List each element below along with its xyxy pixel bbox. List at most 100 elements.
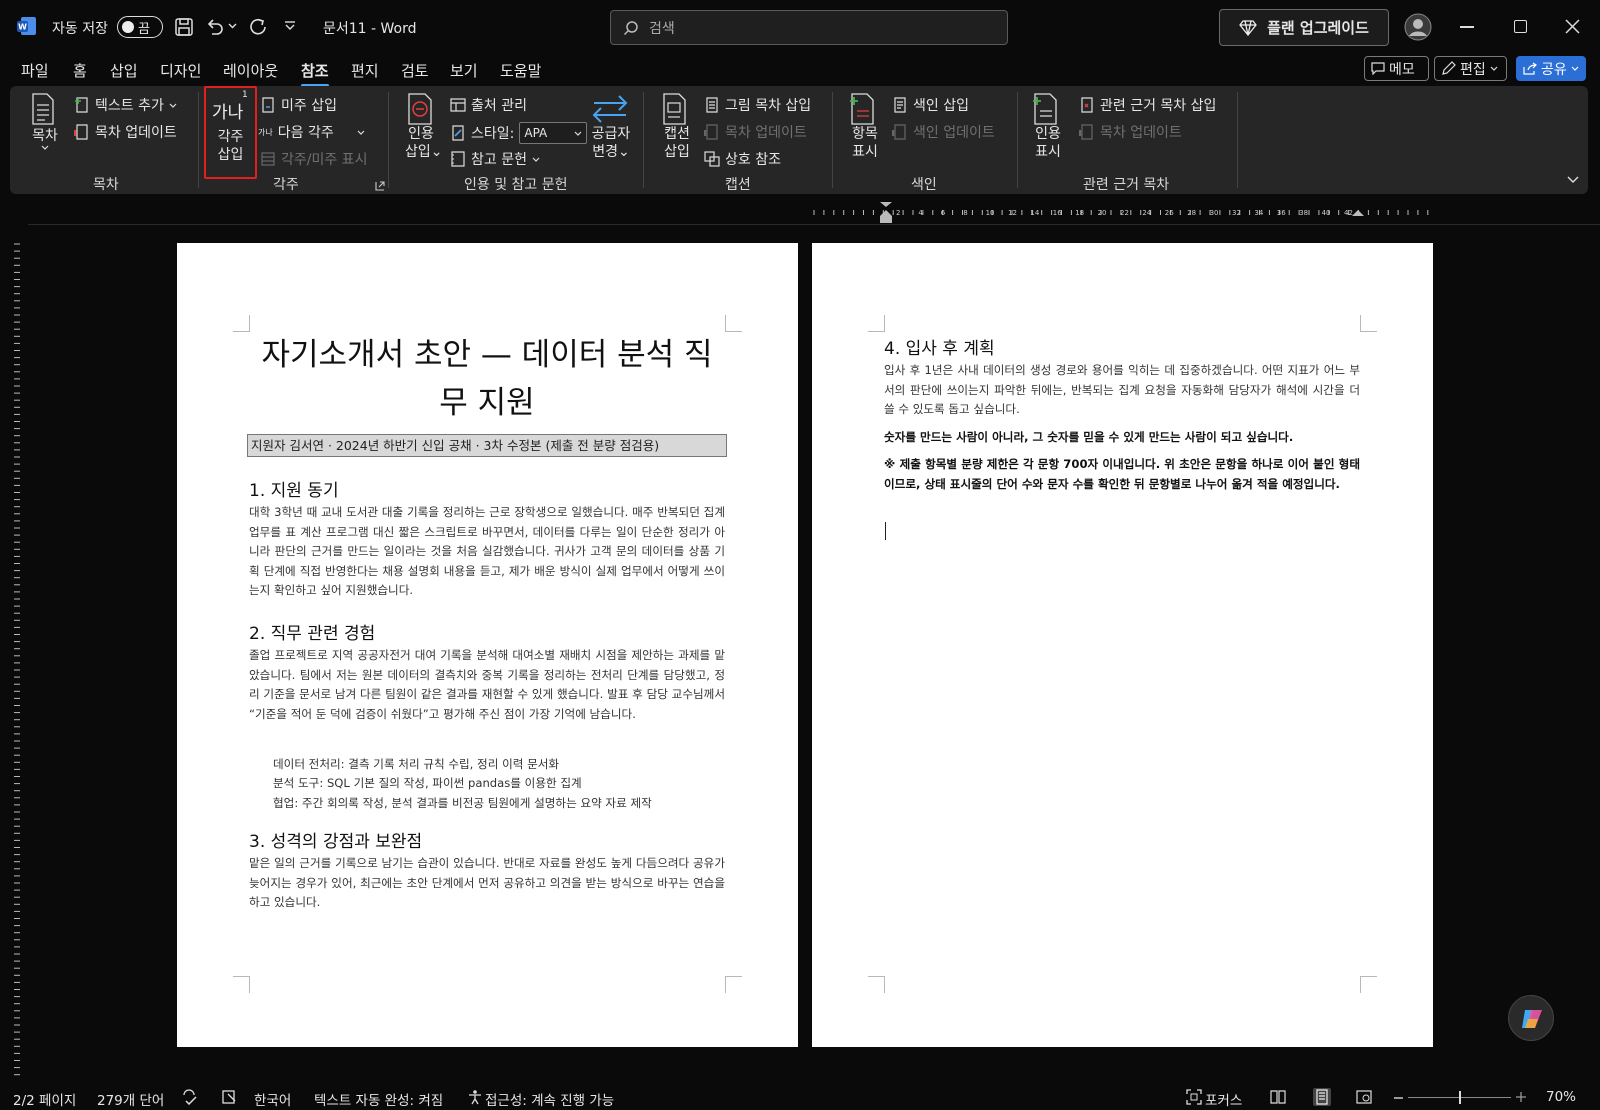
insert-caption-button[interactable]: 캡션 삽입 <box>661 93 693 161</box>
ruler-number: 40 <box>1322 209 1331 217</box>
insert-endnote-button[interactable]: 미주 삽입 <box>260 95 337 115</box>
document-page-1[interactable]: 자기소개서 초안 — 데이터 분석 직 무 지원 지원자 김서연 · 2024년… <box>177 243 798 1047</box>
chevron-down-icon <box>1571 66 1579 71</box>
vertical-ruler[interactable] <box>8 240 26 1080</box>
document-page-2[interactable]: 4. 입사 후 계획 입사 후 1년은 사내 데이터의 생성 경로와 용어를 익… <box>812 243 1433 1047</box>
tab-references[interactable]: 참조 <box>301 60 329 87</box>
customize-toolbar-icon[interactable] <box>284 21 296 31</box>
word-count[interactable]: 279개 단어 <box>97 1089 164 1109</box>
read-mode-icon[interactable] <box>1270 1089 1286 1105</box>
zoom-in-icon[interactable] <box>1516 1092 1526 1102</box>
close-icon[interactable] <box>1565 19 1580 34</box>
copilot-button[interactable] <box>1508 995 1554 1041</box>
page-count[interactable]: 2/2 페이지 <box>13 1089 76 1109</box>
svg-text:W: W <box>18 23 27 32</box>
update-toc-button[interactable]: 목차 업데이트 <box>74 122 177 142</box>
save-icon[interactable] <box>174 17 194 37</box>
manage-sources-icon <box>450 97 466 113</box>
tab-home[interactable]: 홈 <box>73 60 87 81</box>
add-text-button[interactable]: 텍스트 추가 <box>74 95 177 115</box>
toc-button[interactable]: 목차 <box>30 93 60 163</box>
manage-sources-label: 출처 관리 <box>471 98 527 114</box>
endnote-icon <box>260 97 276 113</box>
manage-sources-button[interactable]: 출처 관리 <box>450 95 527 115</box>
mark-entry-button[interactable]: 항목 표시 <box>849 93 881 161</box>
proofing-icon[interactable] <box>182 1089 200 1105</box>
ruler-number: 36 <box>1277 209 1286 217</box>
ruler-divider <box>28 224 1600 225</box>
caption-icon <box>661 93 693 125</box>
update-index-button[interactable]: 색인 업데이트 <box>892 122 995 142</box>
cross-reference-button[interactable]: 상호 참조 <box>704 149 781 169</box>
mark-citation-button[interactable]: 인용 표시 <box>1032 93 1064 161</box>
zoom-level[interactable]: 70% <box>1546 1089 1576 1105</box>
ruler-number: 6 <box>941 209 946 217</box>
insert-tof-label: 그림 목차 삽입 <box>725 98 812 114</box>
upgrade-plan-button[interactable]: 플랜 업그레이드 <box>1219 9 1389 46</box>
text-predictions[interactable]: 텍스트 자동 완성: 켜짐 <box>314 1089 443 1109</box>
zoom-out-icon[interactable] <box>1394 1097 1403 1099</box>
autosave-toggle[interactable]: 끔 <box>117 16 163 38</box>
copilot-icon <box>1522 1010 1542 1028</box>
undo-dropdown-icon[interactable] <box>228 23 237 29</box>
tab-insert[interactable]: 삽입 <box>110 60 138 81</box>
share-button[interactable]: 공유 <box>1516 56 1586 81</box>
table-of-figures-icon <box>704 97 720 113</box>
undo-icon[interactable] <box>205 17 225 37</box>
collapse-ribbon-icon[interactable] <box>1567 176 1579 184</box>
dialog-launcher-icon[interactable] <box>375 181 385 191</box>
group-label-index: 색인 <box>911 177 937 193</box>
update-tof-button[interactable]: 목차 업데이트 <box>704 122 807 142</box>
web-layout-icon[interactable] <box>1356 1089 1372 1105</box>
style-dropdown[interactable]: APA <box>519 122 588 144</box>
toc-icon <box>30 93 60 125</box>
update-index-label: 색인 업데이트 <box>913 125 995 141</box>
minimize-icon[interactable] <box>1460 26 1474 28</box>
maximize-icon[interactable] <box>1514 20 1527 33</box>
horizontal-ruler[interactable]: 2 4 6 8 10 12 14 16 18 20 22 24 26 28 30 32 34 36 38 40 42 <box>0 202 1600 224</box>
tab-layout[interactable]: 레이아웃 <box>223 60 278 81</box>
print-layout-icon[interactable] <box>1313 1088 1331 1106</box>
ruler-number: 32 <box>1232 209 1241 217</box>
account-avatar-icon[interactable] <box>1404 13 1432 41</box>
editing-mode-button[interactable]: 편집 <box>1434 56 1507 81</box>
insert-footnote-button[interactable]: 가나 1 각주 삽입 <box>204 86 257 179</box>
change-provider-button[interactable]: 공급자 변경⌄ <box>591 93 631 161</box>
update-index-icon <box>892 124 908 140</box>
provider-label-1: 공급자 <box>591 126 631 142</box>
group-label-footnotes: 각주 <box>273 177 299 193</box>
tab-review[interactable]: 검토 <box>401 60 429 81</box>
next-footnote-button[interactable]: 가나 다음 각주 <box>258 122 365 142</box>
tab-design[interactable]: 디자인 <box>160 60 201 81</box>
insert-tof-button[interactable]: 그림 목차 삽입 <box>704 95 811 115</box>
ruler-number: 26 <box>1165 209 1174 217</box>
show-notes-button[interactable]: 각주/미주 표시 <box>260 149 367 169</box>
insert-index-button[interactable]: 색인 삽입 <box>892 95 969 115</box>
zoom-slider-thumb[interactable] <box>1459 1091 1461 1104</box>
mark-entry-label-1: 항목 <box>852 126 878 142</box>
update-toa-button[interactable]: 목차 업데이트 <box>1079 122 1182 142</box>
insert-citation-button[interactable]: 인용 삽입⌄ <box>405 93 443 161</box>
insert-toa-button[interactable]: 관련 근거 목차 삽입 <box>1079 95 1216 115</box>
update-toc-label: 목차 업데이트 <box>95 125 177 141</box>
track-changes-icon[interactable] <box>221 1089 237 1105</box>
language[interactable]: 한국어 <box>254 1089 291 1109</box>
tab-help[interactable]: 도움말 <box>500 60 541 81</box>
ruler-number: 24 <box>1142 209 1151 217</box>
focus-mode[interactable]: 포커스 <box>1205 1089 1242 1109</box>
tab-mailings[interactable]: 편지 <box>351 60 379 81</box>
group-label-authorities: 관련 근거 목차 <box>1083 177 1170 193</box>
redo-icon[interactable] <box>248 17 268 37</box>
next-footnote-label: 다음 각주 <box>277 125 334 141</box>
memo-button[interactable]: 메모 <box>1364 56 1429 81</box>
search-box[interactable]: 검색 <box>610 10 1008 45</box>
tab-file[interactable]: 파일 <box>21 60 49 81</box>
bibliography-button[interactable]: 참고 문헌 <box>450 149 540 169</box>
search-placeholder: 검색 <box>649 20 675 37</box>
upgrade-plan-label: 플랜 업그레이드 <box>1267 19 1369 37</box>
cross-reference-label: 상호 참조 <box>725 152 781 168</box>
tab-view[interactable]: 보기 <box>450 60 478 81</box>
text-cursor <box>885 522 886 540</box>
document-title-line-2: 무 지원 <box>439 385 535 421</box>
accessibility-status[interactable]: 접근성: 계속 진행 가능 <box>485 1089 614 1109</box>
